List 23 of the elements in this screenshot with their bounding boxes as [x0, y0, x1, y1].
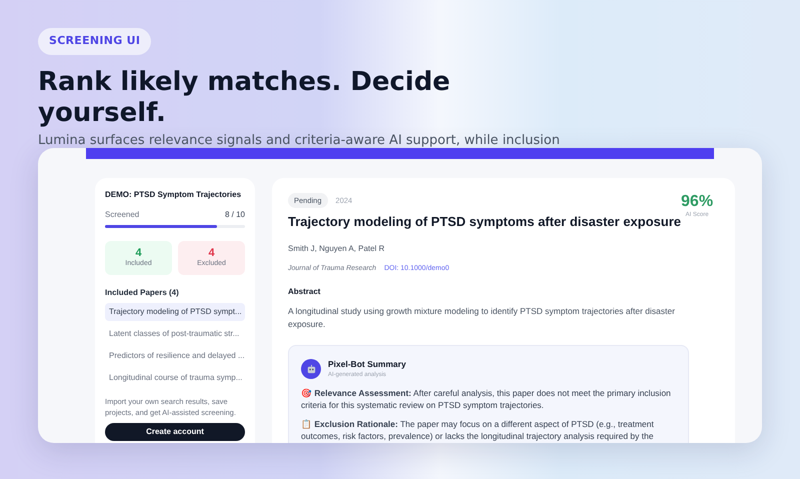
stat-value: 4: [208, 246, 215, 259]
headline: Rank likely matches. Decide yourself.: [38, 66, 452, 128]
authors: Smith J, Nguyen A, Patel R: [288, 242, 386, 255]
create-account-button[interactable]: Create account: [105, 423, 245, 441]
project-title: DEMO: PTSD Symptom Trajectories: [105, 190, 242, 200]
progress-count: 8 / 10: [224, 209, 245, 221]
abstract-text: A longitudinal study using growth mixture modeling to identify PTSD symptom trajectories after disaster exposure.: [288, 305, 676, 332]
paper-list-item[interactable]: Trajectory modeling of PTSD sympt...: [105, 303, 245, 321]
stat-value: 4: [135, 246, 142, 259]
paper-title: Trajectory modeling of PTSD symptoms after disaster exposure: [288, 213, 682, 232]
paper-list-item[interactable]: Latent classes of post-traumatic str...: [105, 325, 245, 343]
paper-list-item[interactable]: Predictors of resilience and delayed ...: [105, 347, 245, 365]
subtitle: Lumina surfaces relevance signals and criteria-aware AI support, while inclusion: [38, 132, 561, 150]
progress-label: Screened: [105, 209, 140, 221]
ai-score: 96%: [681, 193, 714, 211]
summary-point: 🎯 Relevance Assessment: After careful analysis, this paper does not meet the primary inclusion criteria for this systematic review on PTSD symptom trajectories.: [301, 387, 672, 411]
summary-title: Pixel-Bot Summary: [328, 358, 406, 371]
abstract-heading: Abstract: [288, 286, 322, 298]
section-badge: SCREENING UI: [38, 28, 152, 54]
summary-point: 📋 Exclusion Rationale: The paper may focus on a different aspect of PTSD (e.g., treatment outcomes, risk factors, prevalence) or lacks the longitudinal trajectory analysis required by the: [301, 418, 655, 442]
list-heading: Included Papers (4): [105, 287, 180, 299]
robot-avatar-icon: [301, 359, 321, 380]
paper-list-item[interactable]: Longitudinal course of trauma symp...: [105, 369, 245, 387]
